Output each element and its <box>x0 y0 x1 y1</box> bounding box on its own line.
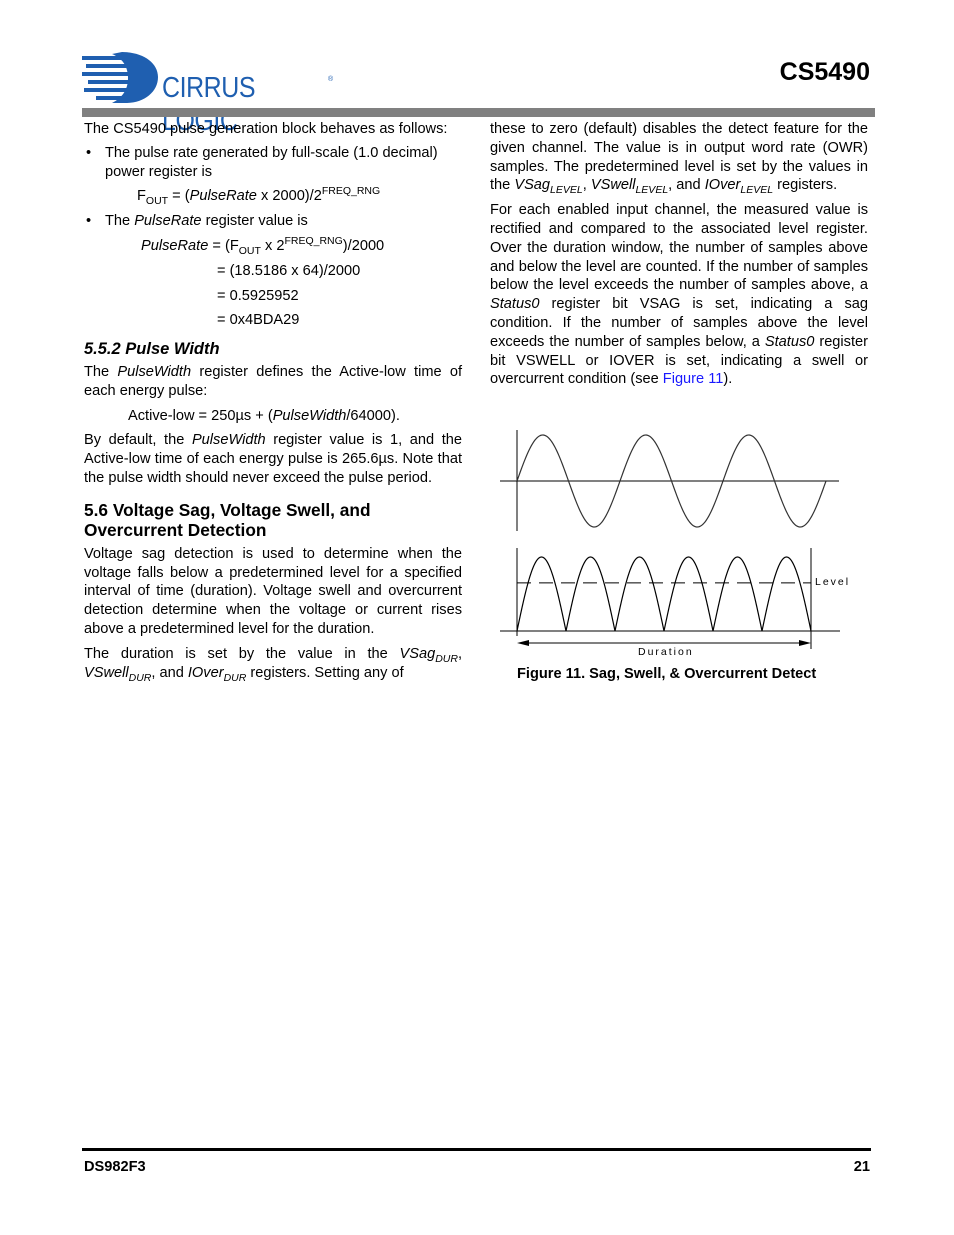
figure-caption: Figure 11. Sag, Swell, & Overcurrent Det… <box>517 666 817 682</box>
rectified-wave <box>516 556 812 632</box>
duration-arrow-left-head <box>517 640 529 646</box>
footer-divider <box>82 1148 871 1151</box>
duration-label: Duration <box>638 646 694 658</box>
page-number: 21 <box>853 1159 870 1175</box>
figure-11-diagram <box>500 430 840 649</box>
document-id: DS982F3 <box>84 1159 146 1175</box>
duration-arrow-right-head <box>799 640 811 646</box>
level-label: Level <box>815 576 851 588</box>
